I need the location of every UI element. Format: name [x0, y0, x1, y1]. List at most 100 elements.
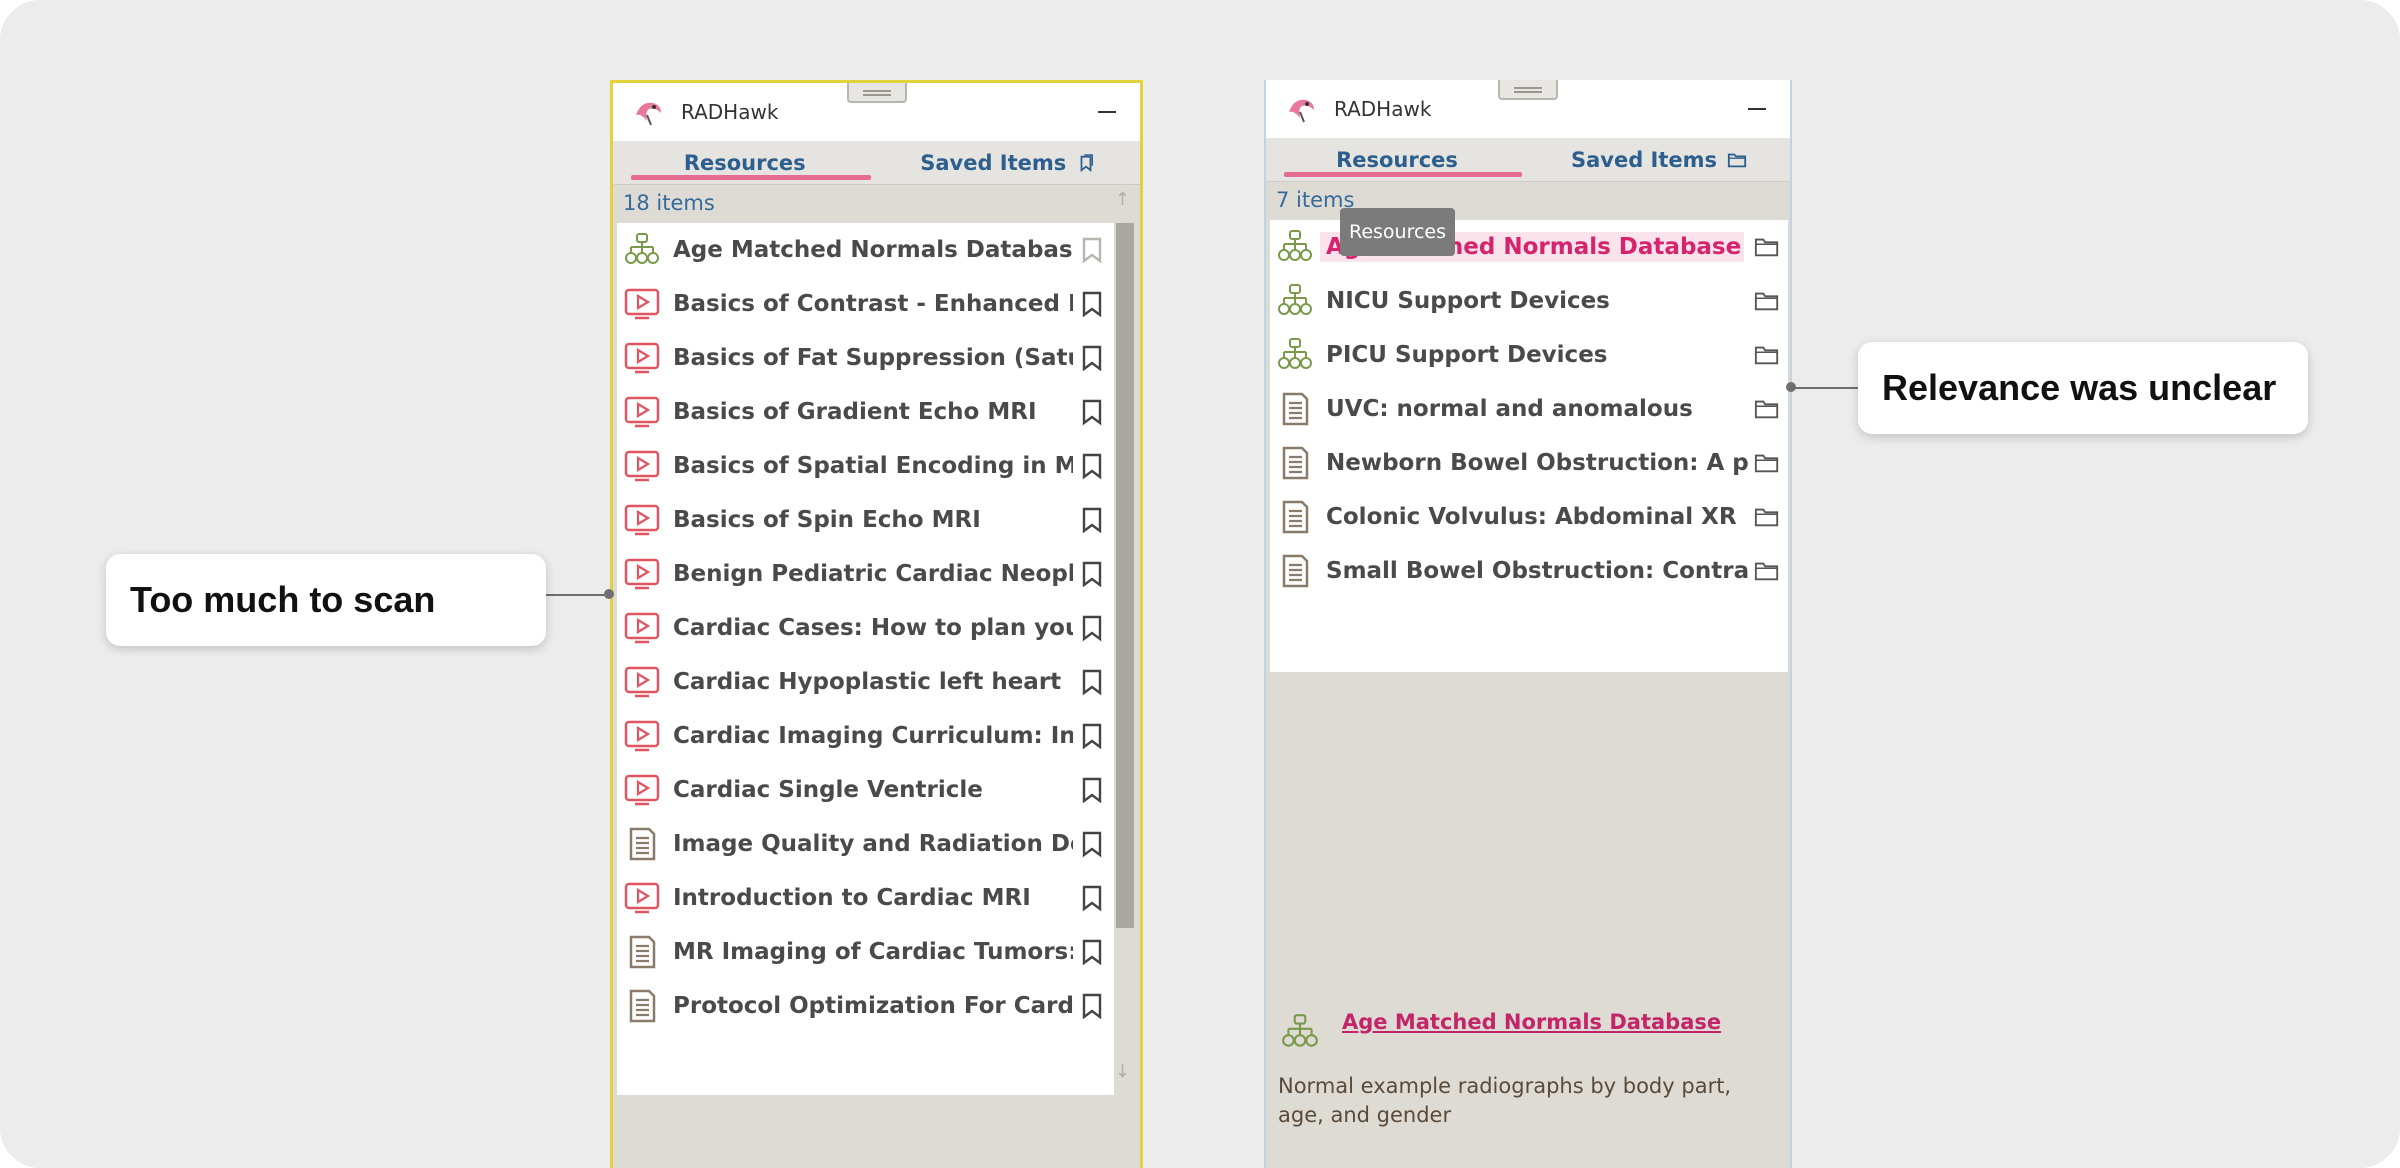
callout-too-much-to-scan: Too much to scan: [106, 554, 546, 646]
list-item-label: Age Matched Normals Database: [673, 237, 1073, 263]
list-item[interactable]: Basics of Contrast - Enhanced MR A: [617, 277, 1119, 331]
detail-title-link[interactable]: Age Matched Normals Database: [1342, 1010, 1721, 1034]
list-item[interactable]: NICU Support Devices: [1270, 274, 1788, 328]
video-icon: [623, 717, 661, 755]
panel-drag-grip[interactable]: [846, 83, 907, 103]
list-item[interactable]: UVC: normal and anomalous: [1270, 382, 1788, 436]
bookmark-button[interactable]: [1079, 560, 1105, 588]
database-icon: [1276, 336, 1314, 374]
bookmark-button[interactable]: [1079, 884, 1105, 912]
list-item[interactable]: Benign Pediatric Cardiac Neoplasm:: [617, 547, 1119, 601]
list-item[interactable]: PICU Support Devices: [1270, 328, 1788, 382]
scroll-up-arrow-icon[interactable]: ↑: [1115, 189, 1130, 210]
folder-icon: [1754, 454, 1779, 473]
document-icon: [1276, 444, 1314, 482]
list-item[interactable]: Basics of Fat Suppression (Saturati: [617, 331, 1119, 385]
video-icon: [624, 774, 660, 806]
list-item[interactable]: Newborn Bowel Obstruction: A patt...: [1270, 436, 1788, 490]
document-icon: [623, 825, 661, 863]
list-item[interactable]: Image Quality and Radiation Dose o: [617, 817, 1119, 871]
bookmark-button[interactable]: [1079, 614, 1105, 642]
tooltip: Resources: [1340, 208, 1455, 256]
list-item[interactable]: Cardiac Imaging Curriculum: Introdu: [617, 709, 1119, 763]
list-item-label: Basics of Spin Echo MRI: [673, 507, 981, 533]
save-to-folder-button[interactable]: [1754, 287, 1780, 315]
list-item[interactable]: Small Bowel Obstruction: Contrast C...: [1270, 544, 1788, 598]
list-item[interactable]: Basics of Spatial Encoding in MRI: [617, 439, 1119, 493]
list-item-label: Image Quality and Radiation Dose o: [673, 831, 1073, 857]
bookmark-button[interactable]: [1079, 398, 1105, 426]
bookmark-button[interactable]: [1079, 452, 1105, 480]
scrollbar[interactable]: [1114, 223, 1136, 1095]
list-item[interactable]: Introduction to Cardiac MRI: [617, 871, 1119, 925]
bookmark-button[interactable]: [1079, 506, 1105, 534]
save-to-folder-button[interactable]: [1754, 449, 1780, 477]
document-icon: [629, 989, 656, 1023]
bookmark-button[interactable]: [1079, 776, 1105, 804]
list-item-label: NICU Support Devices: [1326, 288, 1610, 314]
panel-drag-grip[interactable]: [1498, 80, 1558, 100]
list-item-label: Colonic Volvulus: Abdominal XR: [1326, 504, 1737, 530]
bookmark-button[interactable]: [1079, 344, 1105, 372]
canvas-background: RADHawk Resources Saved Items 18 items ↑…: [0, 0, 2400, 1168]
list-item[interactable]: Age Matched Normals Database: [617, 223, 1119, 277]
video-icon: [623, 879, 661, 917]
list-item[interactable]: MR Imaging of Cardiac Tumors: Met: [617, 925, 1119, 979]
document-icon: [1282, 554, 1309, 588]
list-item-label: UVC: normal and anomalous: [1326, 396, 1693, 422]
document-icon: [629, 935, 656, 969]
bookmark-button[interactable]: [1079, 236, 1105, 264]
scrollbar-thumb[interactable]: [1116, 223, 1134, 928]
bookmark-button[interactable]: [1079, 938, 1105, 966]
save-to-folder-button[interactable]: [1754, 341, 1780, 369]
minimize-button[interactable]: [1746, 98, 1768, 120]
bookmark-button[interactable]: [1079, 668, 1105, 696]
document-icon: [1282, 446, 1309, 480]
list-item-label: Basics of Gradient Echo MRI: [673, 399, 1037, 425]
scroll-down-arrow-icon[interactable]: ↓: [1115, 1061, 1130, 1082]
folder-icon: [1754, 400, 1779, 419]
bookmark-icon: [1082, 507, 1102, 534]
video-icon: [624, 342, 660, 374]
video-icon: [623, 285, 661, 323]
save-to-folder-button[interactable]: [1754, 233, 1780, 261]
save-to-folder-button[interactable]: [1754, 503, 1780, 531]
document-icon: [1282, 500, 1309, 534]
bookmark-button[interactable]: [1079, 992, 1105, 1020]
list-item[interactable]: Cardiac Cases: How to plan your exa: [617, 601, 1119, 655]
bookmark-icon: [1082, 993, 1102, 1020]
tab-saved-items[interactable]: Saved Items: [1528, 138, 1790, 181]
tab-resources[interactable]: Resources: [613, 141, 877, 184]
video-icon: [624, 396, 660, 428]
bookmark-icon: [1082, 831, 1102, 858]
video-icon: [623, 393, 661, 431]
list-item-label: Cardiac Single Ventricle: [673, 777, 983, 803]
list-item[interactable]: Cardiac Single Ventricle: [617, 763, 1119, 817]
video-icon: [624, 504, 660, 536]
tab-bar: Resources Saved Items: [613, 141, 1140, 185]
list-item-label: Protocol Optimization For Cardiac A: [673, 993, 1073, 1019]
resource-list: Age Matched Normals Database Basics of Co…: [617, 223, 1119, 1095]
tab-saved-items[interactable]: Saved Items: [877, 141, 1141, 184]
minimize-button[interactable]: [1096, 101, 1118, 123]
list-item[interactable]: Basics of Spin Echo MRI: [617, 493, 1119, 547]
list-item[interactable]: Cardiac Hypoplastic left heart: [617, 655, 1119, 709]
tab-resources[interactable]: Resources: [1266, 138, 1528, 181]
document-icon: [623, 987, 661, 1025]
document-icon: [1282, 392, 1309, 426]
list-item-label: Cardiac Hypoplastic left heart: [673, 669, 1062, 695]
list-item[interactable]: Colonic Volvulus: Abdominal XR: [1270, 490, 1788, 544]
bookmark-button[interactable]: [1079, 830, 1105, 858]
bookmark-button[interactable]: [1079, 290, 1105, 318]
save-to-folder-button[interactable]: [1754, 557, 1780, 585]
database-icon: [1276, 282, 1314, 320]
save-to-folder-button[interactable]: [1754, 395, 1780, 423]
bookmark-icon: [1082, 561, 1102, 588]
database-icon: [625, 233, 659, 264]
callout-anchor-dot: [1786, 382, 1796, 392]
list-item[interactable]: Basics of Gradient Echo MRI: [617, 385, 1119, 439]
bookmark-button[interactable]: [1079, 722, 1105, 750]
callout-relevance-unclear: Relevance was unclear: [1858, 342, 2308, 434]
video-icon: [624, 558, 660, 590]
list-item[interactable]: Protocol Optimization For Cardiac A: [617, 979, 1119, 1033]
